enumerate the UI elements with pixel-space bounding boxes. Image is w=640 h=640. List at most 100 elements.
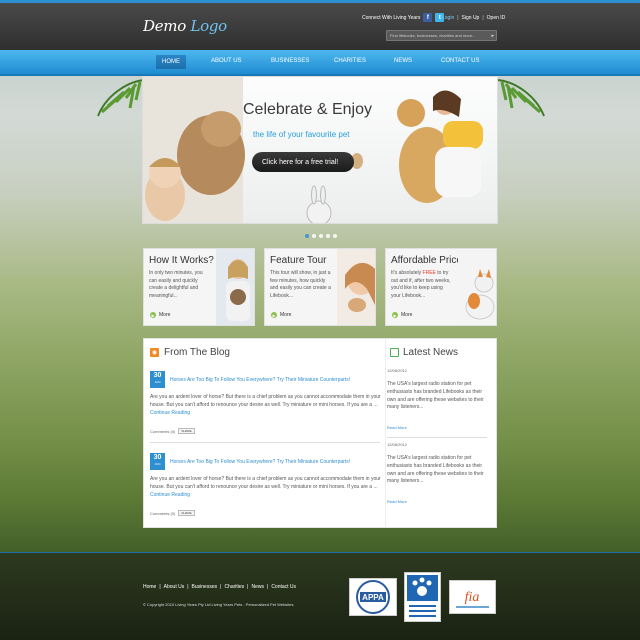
news-date: 12/06/2012 [387, 368, 408, 373]
girl-with-hamster-image [337, 249, 375, 325]
footer-link-home[interactable]: Home [143, 584, 156, 590]
slider-dot[interactable] [312, 234, 316, 238]
slider-dot[interactable] [305, 234, 309, 238]
more-button[interactable]: ▶ More [392, 312, 412, 318]
news-title: Latest News [403, 347, 459, 358]
arrow-right-icon: ▶ [150, 312, 156, 318]
slider-dots [305, 234, 337, 238]
palm-leaf-left-decoration [97, 79, 145, 117]
read-more-link[interactable]: Read More [387, 425, 407, 430]
link-divider: | [457, 15, 459, 21]
link-divider: | [247, 584, 249, 590]
search-go-icon[interactable]: ▸ [491, 33, 494, 39]
logo-accent: Logo [190, 17, 227, 35]
rss-icon: ◉ [150, 348, 159, 357]
post-excerpt: Are you an ardent lover of horse? But th… [150, 394, 382, 417]
post-title-link[interactable]: Horses Are Too Big To Follow You Everywh… [170, 459, 350, 465]
feature-affordable-prices[interactable]: Affordable Prices It's absolutely FREE t… [385, 248, 497, 326]
arrow-right-icon: ▶ [271, 312, 277, 318]
more-label: More [159, 312, 171, 318]
account-links: Login | Sign Up | Open ID [442, 15, 505, 21]
feature-title: Affordable Prices [391, 255, 467, 266]
footer-link-charities[interactable]: Charities [224, 584, 244, 590]
feature-title: How It Works? [149, 255, 214, 266]
feature-text-part: It's absolutely [391, 270, 423, 276]
search-input[interactable]: Find lifebooks, businesses, charities an… [386, 30, 497, 41]
nav-home[interactable]: HOME [156, 55, 186, 69]
footer-links: Home | About Us | Businesses | Charities | N… [143, 584, 296, 590]
arrow-right-icon: ▶ [392, 312, 398, 318]
nav-news[interactable]: NEWS [394, 58, 412, 64]
more-button[interactable]: ▶ More [150, 312, 170, 318]
site-footer [0, 552, 640, 640]
hero-slider[interactable]: Celebrate & Enjoy the life of your favou… [142, 76, 498, 224]
footer-link-contact-us[interactable]: Contact Us [271, 584, 296, 590]
post-meta: Comments (0) SHARE [150, 428, 195, 434]
girl-with-dog-image [216, 249, 254, 325]
fia-badge[interactable]: fia [449, 580, 496, 614]
association-badge[interactable] [404, 572, 441, 622]
link-divider: | [159, 584, 161, 590]
slider-dot[interactable] [326, 234, 330, 238]
column-divider [385, 339, 386, 527]
blog-title: From The Blog [164, 347, 230, 358]
free-highlight: FREE [422, 270, 436, 276]
connect-label: Connect With Living Years [362, 14, 421, 21]
appa-member-badge[interactable]: APPA [349, 578, 397, 616]
post-title-link[interactable]: Horses Are Too Big To Follow You Everywh… [170, 377, 350, 383]
site-logo[interactable]: Demo Logo [143, 17, 227, 35]
feature-title: Feature Tour [270, 255, 327, 266]
share-button[interactable]: SHARE [178, 510, 195, 516]
post-month: JUN [154, 380, 161, 384]
feature-text: It's absolutely FREE to try out and if, … [391, 270, 453, 300]
openid-link[interactable]: Open ID [487, 15, 506, 21]
footer-link-about-us[interactable]: About Us [164, 584, 185, 590]
feature-text: In only two minutes, you can easily and … [149, 270, 203, 299]
nav-businesses[interactable]: BUSINESSES [271, 58, 309, 64]
appa-label: APPA [362, 593, 384, 602]
slider-dot[interactable] [333, 234, 337, 238]
hero-pets-image [143, 77, 483, 223]
news-body: The USA's largest radio station for pet … [387, 455, 484, 485]
feature-tour[interactable]: Feature Tour This tour will show, in jus… [264, 248, 376, 326]
main-nav: HOME ABOUT US BUSINESSES CHARITIES NEWS … [0, 50, 640, 76]
footer-link-businesses[interactable]: Businesses [192, 584, 218, 590]
connect-bar: Connect With Living Years f t [362, 13, 445, 22]
nav-charities[interactable]: CHARITIES [334, 58, 366, 64]
more-button[interactable]: ▶ More [271, 312, 291, 318]
appa-logo: APPA [356, 580, 390, 614]
search-placeholder: Find lifebooks, businesses, charities an… [390, 33, 476, 38]
comments-link[interactable]: Comments (0) [150, 429, 175, 434]
fia-logo: fia [456, 590, 489, 608]
footer-link-news[interactable]: News [251, 584, 264, 590]
calendar-icon [390, 348, 399, 357]
comments-link[interactable]: Comments (0) [150, 511, 175, 516]
fia-label: fia [465, 590, 480, 605]
site-header: Demo Logo Connect With Living Years f t … [0, 3, 640, 50]
continue-reading-link[interactable]: Continue Reading [150, 410, 190, 416]
news-divider [387, 437, 487, 438]
continue-reading-link[interactable]: Continue Reading [150, 492, 190, 498]
link-divider: | [187, 584, 189, 590]
news-date: 12/06/2012 [387, 442, 408, 447]
post-day: 30 [153, 372, 162, 379]
slider-dot[interactable] [319, 234, 323, 238]
hero-subtitle: the life of your favourite pet [253, 130, 350, 139]
facebook-icon[interactable]: f [423, 13, 433, 22]
post-date-badge: 30 JUN [150, 371, 165, 388]
share-button[interactable]: SHARE [178, 428, 195, 434]
news-body: The USA's largest radio station for pet … [387, 381, 484, 411]
post-body: Are you an ardent lover of horse? But th… [150, 476, 381, 490]
nav-contact-us[interactable]: CONTACT US [441, 58, 479, 64]
signup-link[interactable]: Sign Up [462, 15, 480, 21]
free-trial-button[interactable]: Click here for a free trial! [252, 152, 354, 172]
paw-association-logo [407, 575, 438, 617]
nav-about-us[interactable]: ABOUT US [211, 58, 242, 64]
post-month: JUN [154, 462, 161, 466]
post-day: 30 [153, 454, 162, 461]
feature-how-it-works[interactable]: How It Works? In only two minutes, you c… [143, 248, 255, 326]
post-body: Are you an ardent lover of horse? But th… [150, 394, 381, 408]
login-link[interactable]: Login [442, 15, 454, 21]
hero-title: Celebrate & Enjoy [243, 101, 372, 118]
read-more-link[interactable]: Read More [387, 499, 407, 504]
